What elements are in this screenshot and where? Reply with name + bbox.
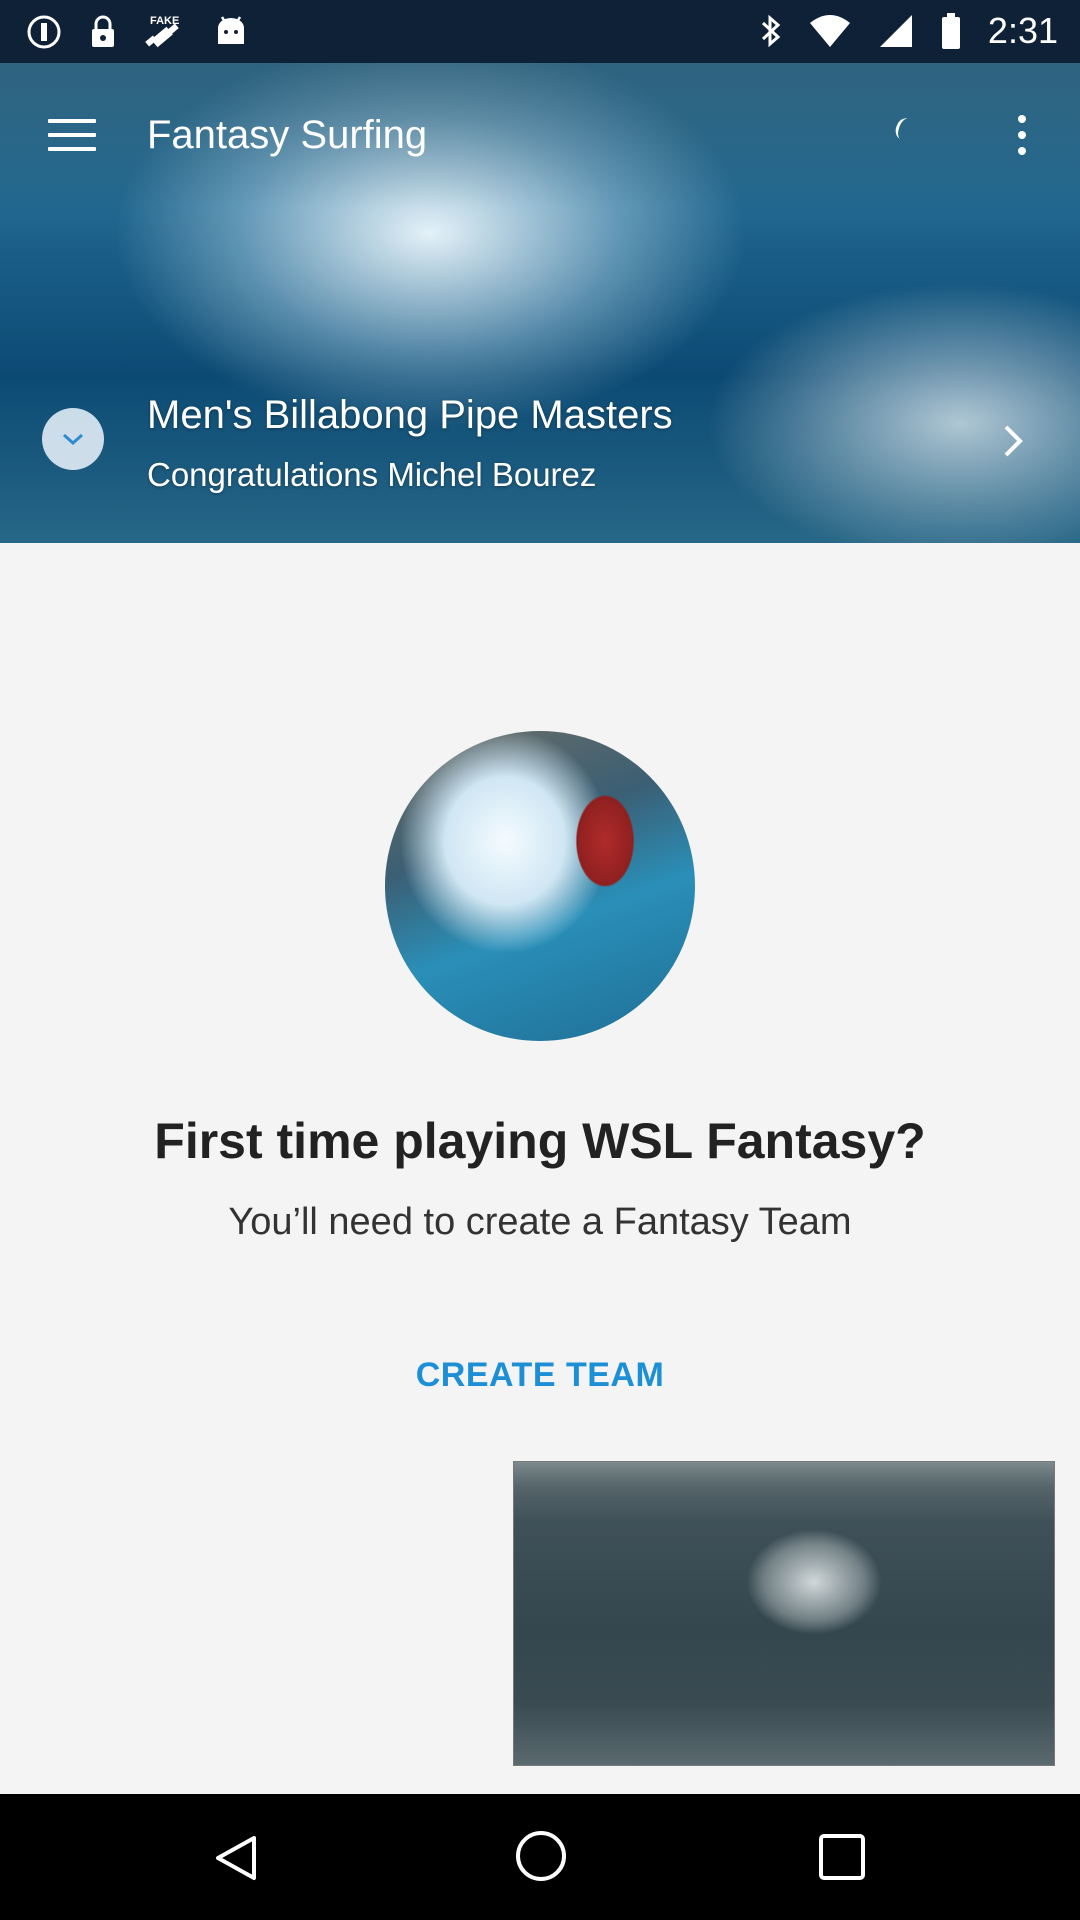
hamburger-menu-icon[interactable] <box>48 119 96 153</box>
status-bar: FAKE 2:31 <box>0 0 1080 63</box>
system-nav-bar <box>0 1794 1080 1920</box>
create-team-button[interactable]: CREATE TEAM <box>380 1340 700 1410</box>
chevron-down-icon <box>63 433 83 446</box>
onboarding-subline: You’ll need to create a Fantasy Team <box>228 1201 852 1243</box>
event-hero-banner[interactable]: Fantasy Surfing Men's Billabong Pipe Mas… <box>0 63 1080 543</box>
home-icon[interactable] <box>514 1829 568 1883</box>
status-time: 2:31 <box>987 10 1058 51</box>
notification-icons: FAKE <box>26 12 248 52</box>
event-subtitle: Congratulations Michel Bourez <box>147 456 597 493</box>
battery-icon <box>941 13 960 49</box>
fake-gps-icon: FAKE <box>145 15 179 48</box>
onboarding-headline: First time playing WSL Fantasy? <box>154 1113 926 1169</box>
event-title: Men's Billabong Pipe Masters <box>147 393 673 437</box>
wifi-icon <box>809 15 850 47</box>
signal-icon <box>879 15 912 47</box>
more-vert-icon[interactable] <box>1012 115 1032 159</box>
expand-button[interactable] <box>42 408 104 470</box>
promo-video-thumbnail[interactable] <box>513 1461 1055 1766</box>
app-title: Fantasy Surfing <box>147 113 428 157</box>
system-icons: 2:31 <box>760 6 1058 56</box>
alert-circle-icon <box>27 15 61 49</box>
chevron-right-icon[interactable] <box>998 421 1028 461</box>
recent-apps-icon[interactable] <box>817 1832 867 1882</box>
surfer-circle-image <box>385 731 695 1041</box>
android-icon <box>218 16 244 44</box>
lock-icon <box>92 15 114 47</box>
back-icon[interactable] <box>210 1832 262 1884</box>
bluetooth-icon <box>761 14 781 48</box>
